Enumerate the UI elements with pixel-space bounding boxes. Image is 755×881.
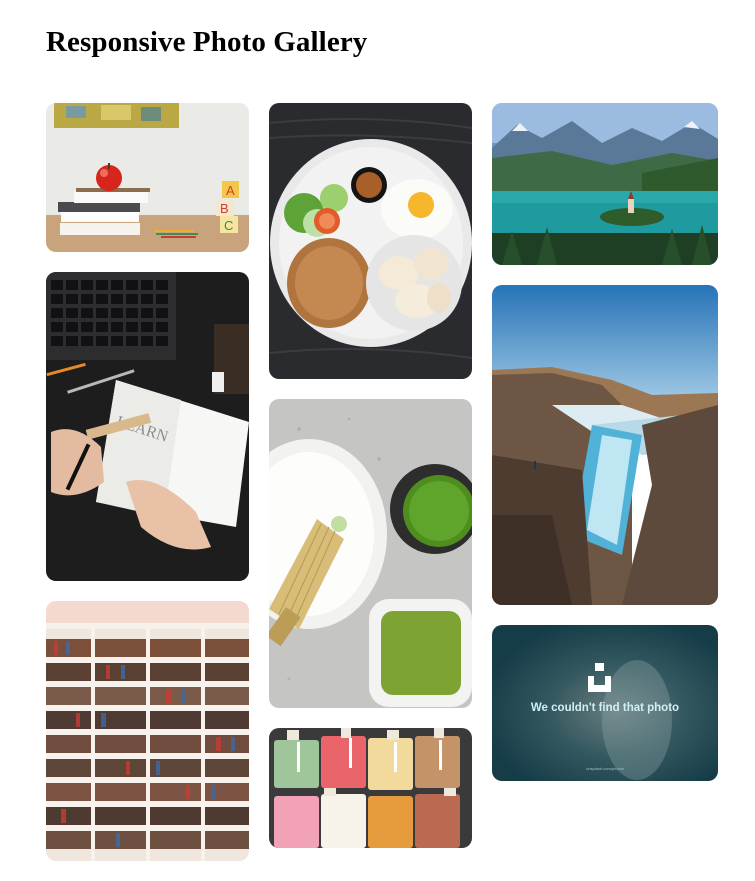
photo-lake-island[interactable] xyxy=(492,103,718,265)
gallery-column-3: We couldn't find that photo unsplash.com… xyxy=(492,103,718,801)
photo-apple-books[interactable]: A B C xyxy=(46,103,249,252)
photo-food-plate[interactable] xyxy=(269,103,472,379)
photo-library-shelves[interactable] xyxy=(46,601,249,861)
photo-unavailable[interactable]: We couldn't find that photo unsplash.com… xyxy=(492,625,718,781)
svg-text:C: C xyxy=(224,218,233,233)
page-title: Responsive Photo Gallery xyxy=(46,26,368,58)
unavailable-message: We couldn't find that photo xyxy=(530,702,680,714)
unavailable-source: unsplash.com/photos xyxy=(586,766,624,771)
gallery-column-1: A B C LEARN xyxy=(46,103,249,881)
photo-matcha-tea[interactable] xyxy=(269,399,472,708)
photo-gelato[interactable] xyxy=(269,728,472,848)
photo-notebook-learn[interactable]: LEARN xyxy=(46,272,249,581)
photo-waterfall[interactable] xyxy=(492,285,718,605)
svg-text:B: B xyxy=(220,201,229,216)
svg-text:A: A xyxy=(226,183,235,198)
gallery-column-2 xyxy=(269,103,472,868)
